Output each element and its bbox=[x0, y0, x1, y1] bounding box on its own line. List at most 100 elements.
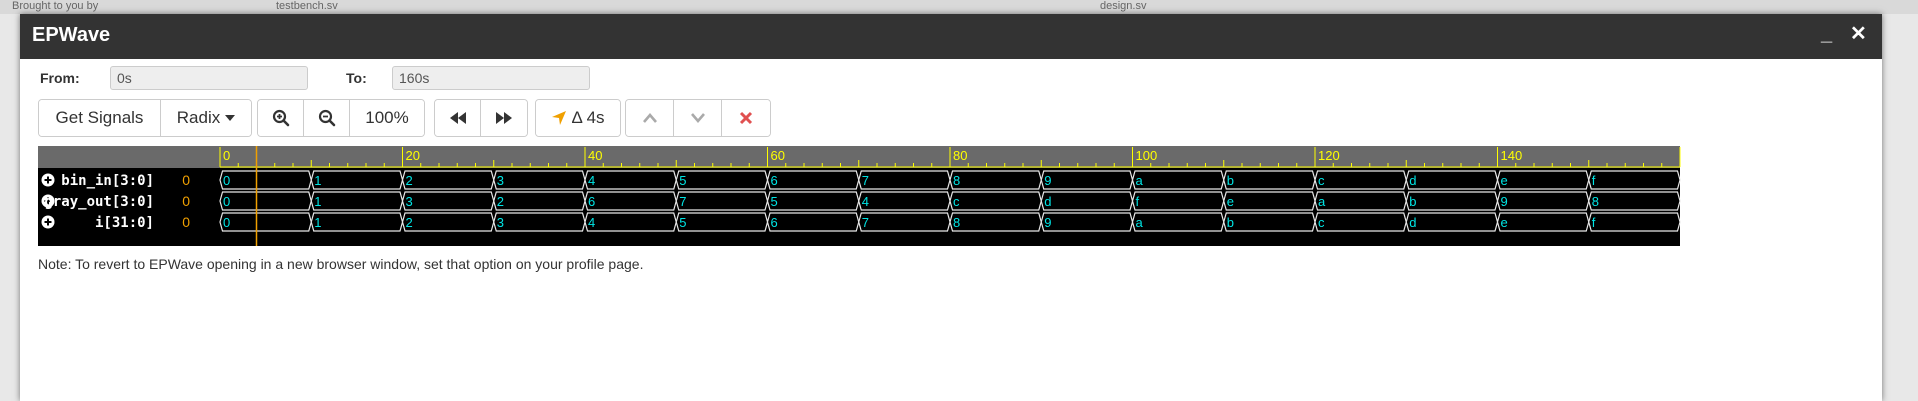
bus-value: 6 bbox=[771, 215, 778, 230]
remove-signal-button[interactable] bbox=[722, 100, 770, 136]
bus-segment[interactable] bbox=[1040, 170, 1134, 190]
bus-segment[interactable] bbox=[1223, 170, 1316, 190]
bus-segment[interactable] bbox=[401, 191, 495, 211]
background-text: Brought to you by bbox=[12, 0, 99, 12]
zoom-out-icon bbox=[318, 109, 335, 127]
bus-segment[interactable] bbox=[1496, 191, 1590, 211]
bus-segment[interactable] bbox=[675, 170, 769, 190]
bus-segment[interactable] bbox=[219, 212, 312, 232]
bus-segment[interactable] bbox=[1131, 191, 1225, 211]
bus-segment[interactable] bbox=[949, 212, 1042, 232]
zoom-in-icon bbox=[272, 109, 289, 127]
bus-value: 3 bbox=[406, 194, 413, 209]
bus-segment[interactable] bbox=[1040, 212, 1134, 232]
bus-segment[interactable] bbox=[1223, 191, 1316, 211]
bus-segment[interactable] bbox=[219, 191, 312, 211]
ruler-tick-label: 20 bbox=[406, 148, 420, 163]
bus-segment[interactable] bbox=[766, 191, 860, 211]
chevron-up-icon bbox=[642, 113, 657, 123]
move-up-button[interactable] bbox=[626, 100, 674, 136]
get-signals-button[interactable]: Get Signals bbox=[39, 100, 161, 136]
close-icon[interactable]: ✕ bbox=[1850, 22, 1867, 46]
bus-segment[interactable] bbox=[766, 170, 860, 190]
bus-value: 8 bbox=[1592, 194, 1599, 209]
signal-name[interactable]: bin_in[3:0] bbox=[61, 173, 154, 189]
bus-segment[interactable] bbox=[1496, 170, 1590, 190]
bus-segment[interactable] bbox=[1496, 212, 1590, 232]
waveform-viewer[interactable]: 0 20 40 60 80 100 120 140bin_in[3:0] 0 0 1 2 3 4 5 6 7 8 9… bbox=[38, 146, 1682, 246]
bus-value: 8 bbox=[953, 173, 960, 188]
bus-value: 5 bbox=[679, 215, 686, 230]
bus-segment[interactable] bbox=[858, 170, 951, 190]
bus-segment[interactable] bbox=[1314, 191, 1407, 211]
ruler-tick-label: 100 bbox=[1136, 148, 1158, 163]
bus-segment[interactable] bbox=[493, 170, 586, 190]
from-label: From: bbox=[40, 70, 80, 86]
bus-segment[interactable] bbox=[310, 212, 404, 232]
move-down-button[interactable] bbox=[674, 100, 722, 136]
bus-segment[interactable] bbox=[1131, 170, 1225, 190]
background-tabs: Brought to you by testbench.sv design.sv bbox=[0, 0, 1918, 14]
bus-segment[interactable] bbox=[1314, 170, 1407, 190]
previous-transition-button[interactable] bbox=[435, 100, 481, 136]
bus-value: 6 bbox=[588, 194, 595, 209]
bus-segment[interactable] bbox=[1588, 170, 1681, 190]
bus-segment[interactable] bbox=[675, 212, 769, 232]
bus-segment[interactable] bbox=[584, 212, 677, 232]
bus-value: c bbox=[1318, 215, 1325, 230]
bus-segment[interactable] bbox=[493, 212, 586, 232]
bus-segment[interactable] bbox=[219, 170, 312, 190]
note-text: Note: To revert to EPWave opening in a n… bbox=[38, 256, 644, 272]
zoom-in-button[interactable] bbox=[258, 100, 304, 136]
bus-value: d bbox=[1409, 173, 1416, 188]
bus-value: a bbox=[1136, 215, 1144, 230]
bus-segment[interactable] bbox=[310, 170, 404, 190]
bus-segment[interactable] bbox=[766, 212, 860, 232]
bus-segment[interactable] bbox=[858, 191, 951, 211]
bus-segment[interactable] bbox=[584, 170, 677, 190]
bus-value: f bbox=[1592, 173, 1596, 188]
bus-value: 5 bbox=[679, 173, 686, 188]
radix-button[interactable]: Radix bbox=[161, 100, 251, 136]
bus-segment[interactable] bbox=[1131, 212, 1225, 232]
bus-segment[interactable] bbox=[1223, 212, 1316, 232]
remove-icon bbox=[739, 111, 753, 125]
bus-segment[interactable] bbox=[1588, 212, 1681, 232]
bus-segment[interactable] bbox=[310, 191, 404, 211]
ruler-tick-label: 60 bbox=[771, 148, 785, 163]
zoom-group: 100% bbox=[257, 99, 425, 137]
ruler-tick-label: 140 bbox=[1501, 148, 1523, 163]
bus-segment[interactable] bbox=[949, 191, 1042, 211]
bus-value: 7 bbox=[679, 194, 686, 209]
bus-segment[interactable] bbox=[401, 170, 495, 190]
fast-backward-icon bbox=[449, 112, 466, 124]
bus-segment[interactable] bbox=[584, 191, 677, 211]
bus-segment[interactable] bbox=[1314, 212, 1407, 232]
bus-segment[interactable] bbox=[675, 191, 769, 211]
bus-segment[interactable] bbox=[949, 170, 1042, 190]
delta-marker-button[interactable]: Δ 4s bbox=[536, 100, 620, 136]
bus-segment[interactable] bbox=[1405, 170, 1499, 190]
bus-segment[interactable] bbox=[1405, 191, 1499, 211]
bus-segment[interactable] bbox=[1405, 212, 1499, 232]
bus-value: e bbox=[1501, 215, 1508, 230]
bus-segment[interactable] bbox=[858, 212, 951, 232]
zoom-out-button[interactable] bbox=[304, 100, 350, 136]
delta-label: Δ 4s bbox=[571, 108, 605, 127]
background-tab-design: design.sv bbox=[1100, 0, 1147, 12]
next-transition-button[interactable] bbox=[481, 100, 527, 136]
bus-value: 3 bbox=[497, 215, 504, 230]
signal-name[interactable]: gray_out[3:0] bbox=[44, 194, 154, 210]
zoom-level-button[interactable]: 100% bbox=[350, 100, 424, 136]
from-input[interactable] bbox=[110, 66, 308, 90]
minimize-icon[interactable]: _ bbox=[1821, 22, 1832, 46]
bus-segment[interactable] bbox=[1040, 191, 1134, 211]
bus-value: f bbox=[1592, 215, 1596, 230]
bus-segment[interactable] bbox=[1588, 191, 1681, 211]
to-input[interactable] bbox=[392, 66, 590, 90]
signal-name[interactable]: i[31:0] bbox=[95, 215, 154, 231]
bus-value: 2 bbox=[406, 215, 413, 230]
bus-segment[interactable] bbox=[401, 212, 495, 232]
bus-value: a bbox=[1318, 194, 1326, 209]
bus-segment[interactable] bbox=[493, 191, 586, 211]
